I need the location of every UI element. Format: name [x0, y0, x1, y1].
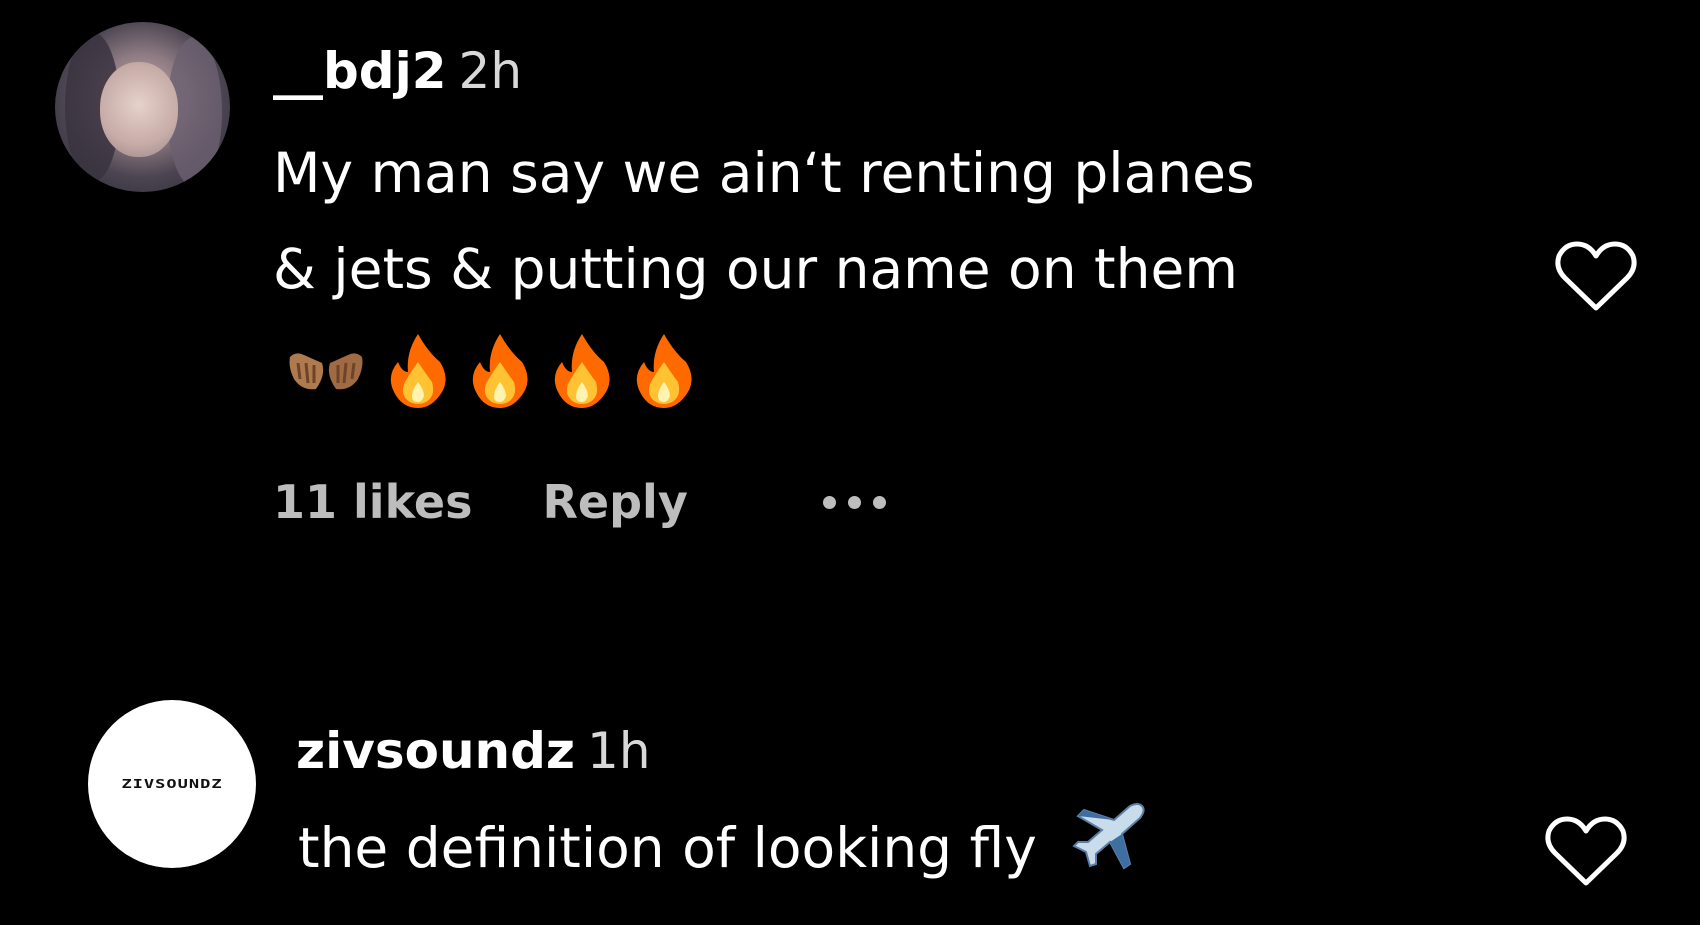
ellipsis-icon[interactable]	[822, 495, 886, 509]
emoji-row	[286, 330, 694, 410]
comments-page: __bdj2 2h My man say we ain‘t renting pla…	[0, 0, 1700, 925]
timestamp: 2h	[458, 42, 523, 100]
timestamp: 1h	[587, 722, 651, 780]
heart-outline-icon[interactable]	[1545, 815, 1627, 891]
likes-count[interactable]: 11 likes	[273, 475, 473, 529]
airplane-icon	[1072, 802, 1148, 901]
username[interactable]: __bdj2	[273, 42, 447, 100]
comment-actions: 11 likes Reply	[273, 475, 886, 529]
fire-icon	[470, 332, 530, 408]
fire-icon	[388, 332, 448, 408]
palms-up-together-icon	[286, 345, 366, 395]
comment-text-line: & jets & putting our name on them	[273, 237, 1238, 301]
zivsoundz-logo: ZIVSOUNDZ	[121, 776, 223, 792]
comment-text-line: My man say we ain‘t renting planes	[273, 141, 1255, 205]
comment-header: __bdj2 2h	[273, 42, 522, 100]
avatar[interactable]	[55, 22, 230, 192]
fire-icon	[552, 332, 612, 408]
avatar[interactable]: ZIVSOUNDZ	[88, 700, 256, 868]
heart-outline-icon[interactable]	[1555, 240, 1637, 316]
comment-text-line: the definition of looking fly	[298, 816, 1037, 880]
comment-text: My man say we ain‘t renting planes & jet…	[273, 125, 1255, 317]
username[interactable]: zivsoundz	[296, 722, 575, 780]
reply-button[interactable]: Reply	[543, 475, 688, 529]
comment-text: the definition of looking fly	[298, 800, 1148, 901]
fire-icon	[634, 332, 694, 408]
comment-header: zivsoundz 1h	[296, 722, 651, 780]
